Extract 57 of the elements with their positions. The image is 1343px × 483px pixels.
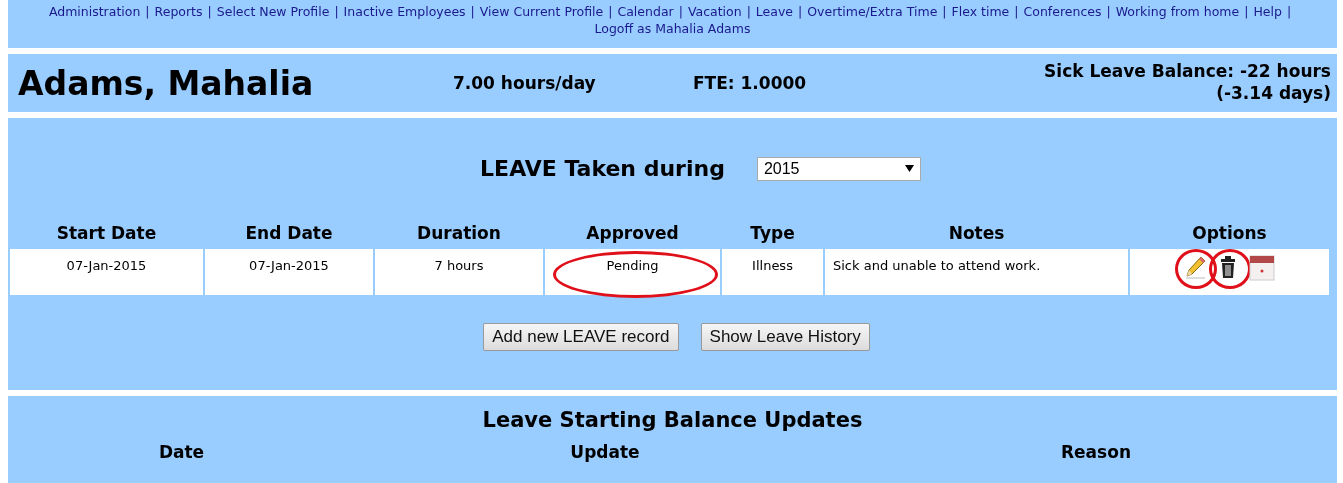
nav-separator: |: [1286, 4, 1292, 19]
nav-link[interactable]: Administration: [48, 4, 141, 19]
nav-separator: |: [678, 4, 683, 19]
table-cell: 07-Jan-2015: [10, 249, 203, 295]
nav-separator: |: [334, 4, 339, 19]
nav-link[interactable]: Flex time: [951, 4, 1010, 19]
nav-separator: |: [470, 4, 475, 19]
nav-separator: |: [798, 4, 803, 19]
table-cell: Sick and unable to attend work.: [825, 249, 1128, 295]
pencil-icon[interactable]: [1184, 255, 1207, 279]
table-cell: Illness: [722, 249, 823, 295]
nav-separator: |: [608, 4, 613, 19]
column-header: End Date: [244, 222, 334, 245]
column-header: Type: [749, 222, 796, 245]
hours-per-day: 7.00 hours/day: [453, 73, 693, 93]
action-button[interactable]: Add new LEAVE record: [483, 323, 679, 351]
action-button[interactable]: Show Leave History: [700, 323, 870, 351]
nav-link[interactable]: Select New Profile: [216, 4, 330, 19]
caret-icon: [904, 165, 914, 172]
trash-icon[interactable]: [1218, 255, 1237, 279]
nav-link[interactable]: Overtime/Extra Time: [807, 4, 938, 19]
column-header: Approved: [585, 222, 680, 245]
nav-link[interactable]: Help: [1253, 4, 1282, 19]
table-cell: Pending: [545, 249, 720, 295]
column-header: Start Date: [55, 222, 158, 245]
nav-separator: |: [207, 4, 212, 19]
nav-link[interactable]: Vacation: [687, 4, 742, 19]
column-header: Date: [157, 442, 206, 462]
nav-link[interactable]: Calendar: [617, 4, 674, 19]
nav-link[interactable]: Logoff as Mahalia Adams: [594, 21, 751, 36]
table-cell: 07-Jan-2015: [205, 249, 373, 295]
sick-leave-days: (-3.14 days): [1216, 82, 1331, 104]
section-title: Leave Starting Balance Updates: [481, 408, 864, 432]
column-header: Options: [1191, 222, 1268, 245]
table-cell: 7 hours: [375, 249, 543, 295]
leave-title: LEAVE Taken during: [480, 156, 725, 181]
calendar-icon[interactable]: [1248, 255, 1275, 281]
nav-separator: |: [1014, 4, 1019, 19]
column-header: Duration: [416, 222, 502, 245]
nav-separator: |: [746, 4, 751, 19]
nav-link[interactable]: Working from home: [1115, 4, 1240, 19]
nav-link[interactable]: Leave: [755, 4, 794, 19]
nav-link[interactable]: View Current Profile: [479, 4, 604, 19]
fte-value: FTE: 1.0000: [693, 73, 807, 93]
column-header: Notes: [947, 222, 1006, 245]
nav-separator: |: [942, 4, 947, 19]
nav-link[interactable]: Conferences: [1023, 4, 1102, 19]
sick-leave-balance: Sick Leave Balance: -22 hours: [1044, 60, 1331, 82]
column-header: Update: [569, 442, 641, 462]
nav-separator: |: [145, 4, 150, 19]
nav-separator: |: [1244, 4, 1249, 19]
employee-name: Adams, Mahalia: [18, 63, 315, 103]
nav-separator: |: [1106, 4, 1111, 19]
year-dropdown[interactable]: 2015: [756, 156, 921, 181]
nav-link[interactable]: Reports: [154, 4, 203, 19]
column-header: Reason: [1060, 442, 1132, 462]
nav-link[interactable]: Inactive Employees: [343, 4, 466, 19]
